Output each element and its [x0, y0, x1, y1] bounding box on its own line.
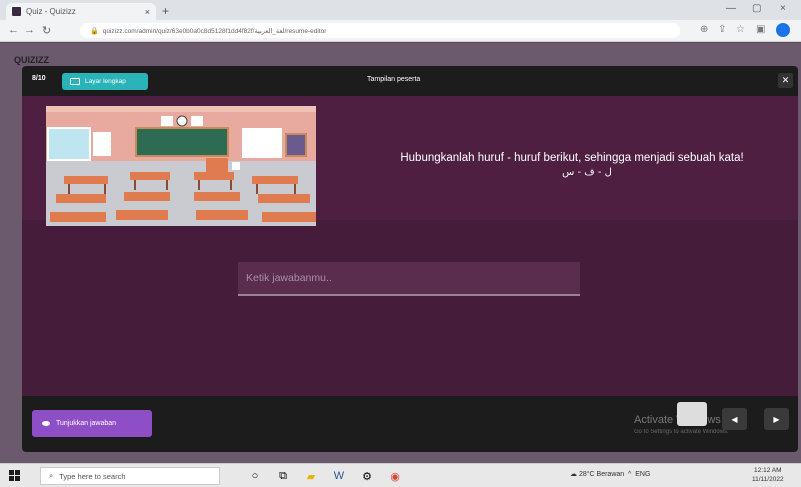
taskbar-search[interactable]: ⌕ Type here to search — [40, 467, 220, 485]
slide-thumbnail[interactable] — [677, 402, 707, 426]
url-field[interactable]: 🔒 quizizz.com/admin/quiz/63e0b0a0c8d5128… — [80, 23, 680, 38]
word-icon[interactable]: W — [332, 469, 346, 483]
close-modal-button[interactable]: ✕ — [778, 73, 793, 88]
weather-icon: ☁ — [570, 471, 577, 478]
quizizz-favicon-icon — [12, 7, 21, 16]
next-question-button[interactable]: ▶ — [764, 408, 789, 430]
clock-date: 11/11/2022 — [752, 476, 784, 483]
quizizz-logo: QUIZIZZ — [14, 55, 49, 65]
eye-icon — [42, 421, 50, 426]
url-text: quizizz.com/admin/quiz/63e0b0a0c8d5128f1… — [102, 27, 327, 35]
modal-top-bar: 8/10 Layar lengkap Tampilan peserta ✕ — [22, 66, 798, 96]
windows-start-icon[interactable] — [9, 470, 20, 481]
profile-avatar[interactable] — [776, 23, 790, 37]
file-explorer-icon[interactable]: ▰ — [304, 469, 318, 483]
lock-icon: 🔒 — [90, 27, 99, 35]
tab-title: Quiz - Quizizz — [26, 7, 76, 16]
search-icon: ⌕ — [49, 471, 54, 480]
address-bar: ← → ↻ 🔒 quizizz.com/admin/quiz/63e0b0a0c… — [0, 20, 801, 42]
task-view-icon[interactable]: ⧉ — [276, 469, 290, 483]
settings-gear-icon[interactable]: ⚙ — [360, 469, 374, 483]
close-icon: ✕ — [781, 75, 790, 85]
chevron-right-icon: ▶ — [773, 414, 780, 424]
question-text: Hubungkanlah huruf - huruf berikut, sehi… — [400, 152, 744, 164]
tab-close-icon[interactable]: × — [145, 7, 150, 17]
language-indicator: ENG — [635, 471, 651, 478]
answer-input[interactable] — [238, 262, 580, 296]
clock-time: 12:12 AM — [754, 467, 782, 474]
chevron-left-icon: ◀ — [731, 414, 738, 424]
previous-question-button[interactable]: ◀ — [722, 408, 747, 430]
activate-windows-subtitle: Go to Settings to activate Windows. — [634, 429, 729, 435]
new-tab-button[interactable]: + — [162, 4, 169, 18]
window-close-button[interactable]: × — [780, 3, 786, 14]
preview-title: Tampilan peserta — [367, 76, 421, 83]
maximize-button[interactable]: ▢ — [752, 3, 761, 14]
bookmark-star-icon[interactable]: ☆ — [736, 24, 745, 35]
sidebar-icon[interactable]: ▣ — [756, 24, 765, 35]
fullscreen-label: Layar lengkap — [85, 78, 126, 85]
weather-text: 28°C Berawan — [578, 471, 625, 478]
share-icon[interactable]: ⇪ — [718, 24, 726, 35]
fullscreen-button[interactable]: Layar lengkap — [62, 73, 148, 90]
system-tray[interactable]: ☁ 28°C Berawan ^ ENG — [570, 470, 650, 478]
modal-bottom-bar: Tunjukkan jawaban Activate Windows Go to… — [22, 396, 798, 452]
reload-icon[interactable]: ↻ — [42, 24, 51, 37]
arabic-letters: ل - ف - س — [562, 167, 612, 178]
browser-tab[interactable]: Quiz - Quizizz × — [6, 3, 156, 20]
chrome-icon[interactable]: ◉ — [388, 469, 402, 483]
show-answer-label: Tunjukkan jawaban — [56, 420, 117, 427]
forward-icon[interactable]: → — [24, 24, 35, 36]
question-counter: 8/10 — [32, 75, 46, 82]
browser-tab-bar: Quiz - Quizizz × + — ▢ × — [0, 0, 801, 20]
search-placeholder: Type here to search — [59, 471, 126, 481]
student-preview-modal: 8/10 Layar lengkap Tampilan peserta ✕ Hu… — [22, 66, 798, 452]
fullscreen-icon — [70, 78, 80, 85]
show-answer-button[interactable]: Tunjukkan jawaban — [32, 410, 152, 437]
windows-taskbar: ⌕ Type here to search ○ ⧉ ▰ W ⚙ ◉ ☁ 28°C… — [0, 463, 801, 487]
cortana-icon[interactable]: ○ — [248, 469, 262, 483]
zoom-icon[interactable]: ⊕ — [700, 24, 708, 35]
classroom-illustration — [46, 106, 316, 226]
question-content: Hubungkanlah huruf - huruf berikut, sehi… — [22, 96, 798, 396]
back-icon[interactable]: ← — [8, 24, 19, 36]
taskbar-clock[interactable]: 12:12 AM 11/11/2022 — [752, 466, 784, 484]
minimize-button[interactable]: — — [726, 3, 736, 14]
